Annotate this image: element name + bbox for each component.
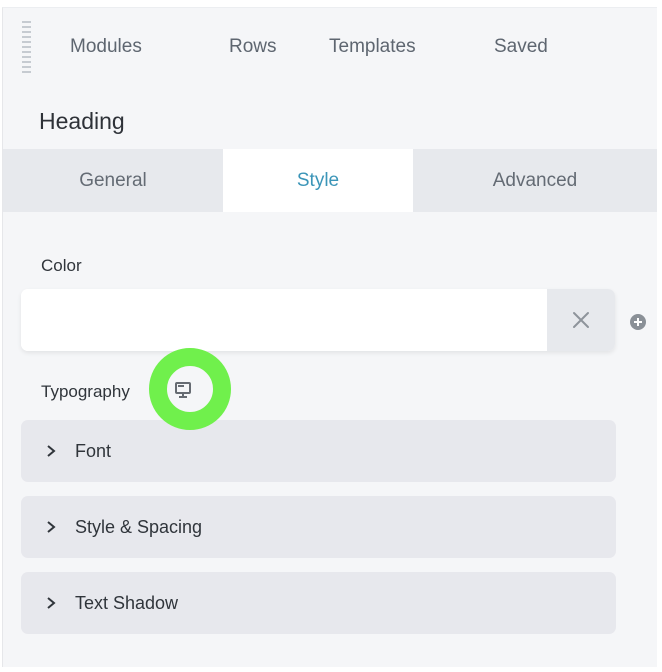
chevron-right-icon	[47, 445, 56, 457]
desktop-icon[interactable]	[174, 381, 192, 399]
accordion-style-spacing[interactable]: Style & Spacing	[21, 496, 616, 558]
plus-circle-icon[interactable]	[630, 314, 646, 330]
color-label: Color	[41, 256, 82, 275]
settings-tabs: General Style Advanced	[3, 149, 657, 212]
color-field	[21, 289, 615, 351]
nav-item-saved[interactable]: Saved	[494, 36, 548, 58]
nav-item-modules[interactable]: Modules	[70, 36, 142, 58]
accordion-font[interactable]: Font	[21, 420, 616, 482]
color-input[interactable]	[21, 289, 547, 351]
accordion-text-shadow[interactable]: Text Shadow	[21, 572, 616, 634]
tab-general[interactable]: General	[3, 149, 223, 212]
chevron-right-icon	[47, 597, 56, 609]
panel-title: Heading	[39, 108, 125, 134]
tab-advanced[interactable]: Advanced	[413, 149, 657, 212]
nav-item-templates[interactable]: Templates	[329, 36, 416, 58]
chevron-right-icon	[47, 521, 56, 533]
typography-label: Typography	[41, 382, 130, 401]
nav-item-rows[interactable]: Rows	[229, 36, 277, 58]
close-icon	[573, 312, 589, 328]
accordion-label: Font	[75, 440, 112, 461]
accordion-label: Text Shadow	[75, 592, 179, 613]
accordion-label: Style & Spacing	[75, 516, 203, 537]
settings-panel: Modules Rows Templates Saved Heading Gen…	[2, 7, 657, 667]
clear-color-button[interactable]	[547, 289, 615, 351]
drag-handle-icon[interactable]	[22, 21, 31, 73]
tab-style[interactable]: Style	[223, 149, 413, 212]
